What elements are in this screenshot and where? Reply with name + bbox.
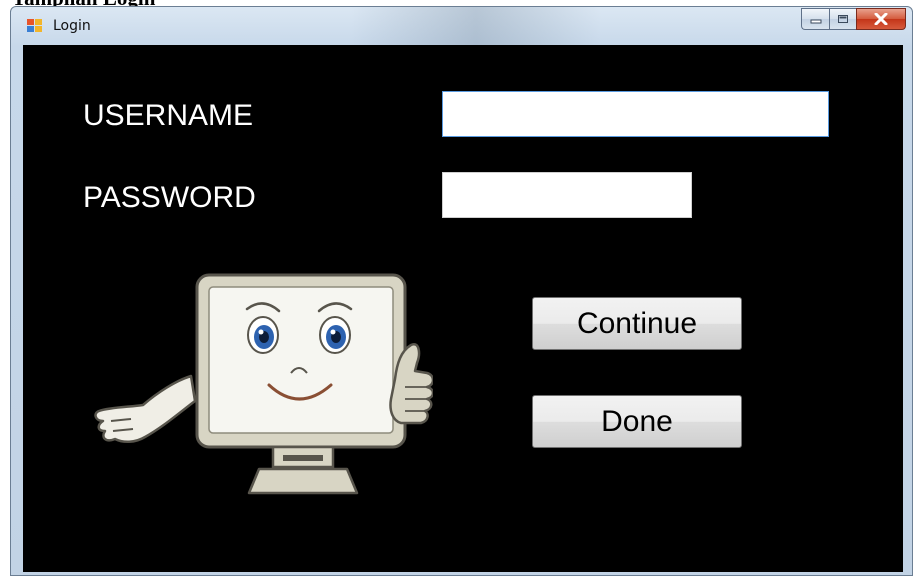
close-icon [874,13,888,25]
title-bar-reflection [351,7,601,45]
username-label: USERNAME [83,99,254,132]
windows-form-icon[interactable] [27,19,43,33]
window-title: Login [53,18,91,34]
minimize-icon [810,19,821,24]
password-input[interactable] [442,172,692,218]
username-input[interactable] [442,91,829,137]
minimize-button[interactable] [801,8,829,30]
maximize-button[interactable] [829,8,856,30]
password-label: PASSWORD [83,181,256,214]
caption-buttons [801,8,906,32]
done-button[interactable]: Done [532,395,742,448]
login-window: Login USERNAME PASSWORD Continue Done [10,6,913,576]
maximize-icon [838,15,848,23]
continue-button[interactable]: Continue [532,297,742,350]
computer-mascot-thumbs-up-icon [94,273,433,495]
title-bar[interactable]: Login [11,7,912,45]
close-button[interactable] [856,8,906,30]
form-client-area: USERNAME PASSWORD Continue Done [23,45,903,572]
